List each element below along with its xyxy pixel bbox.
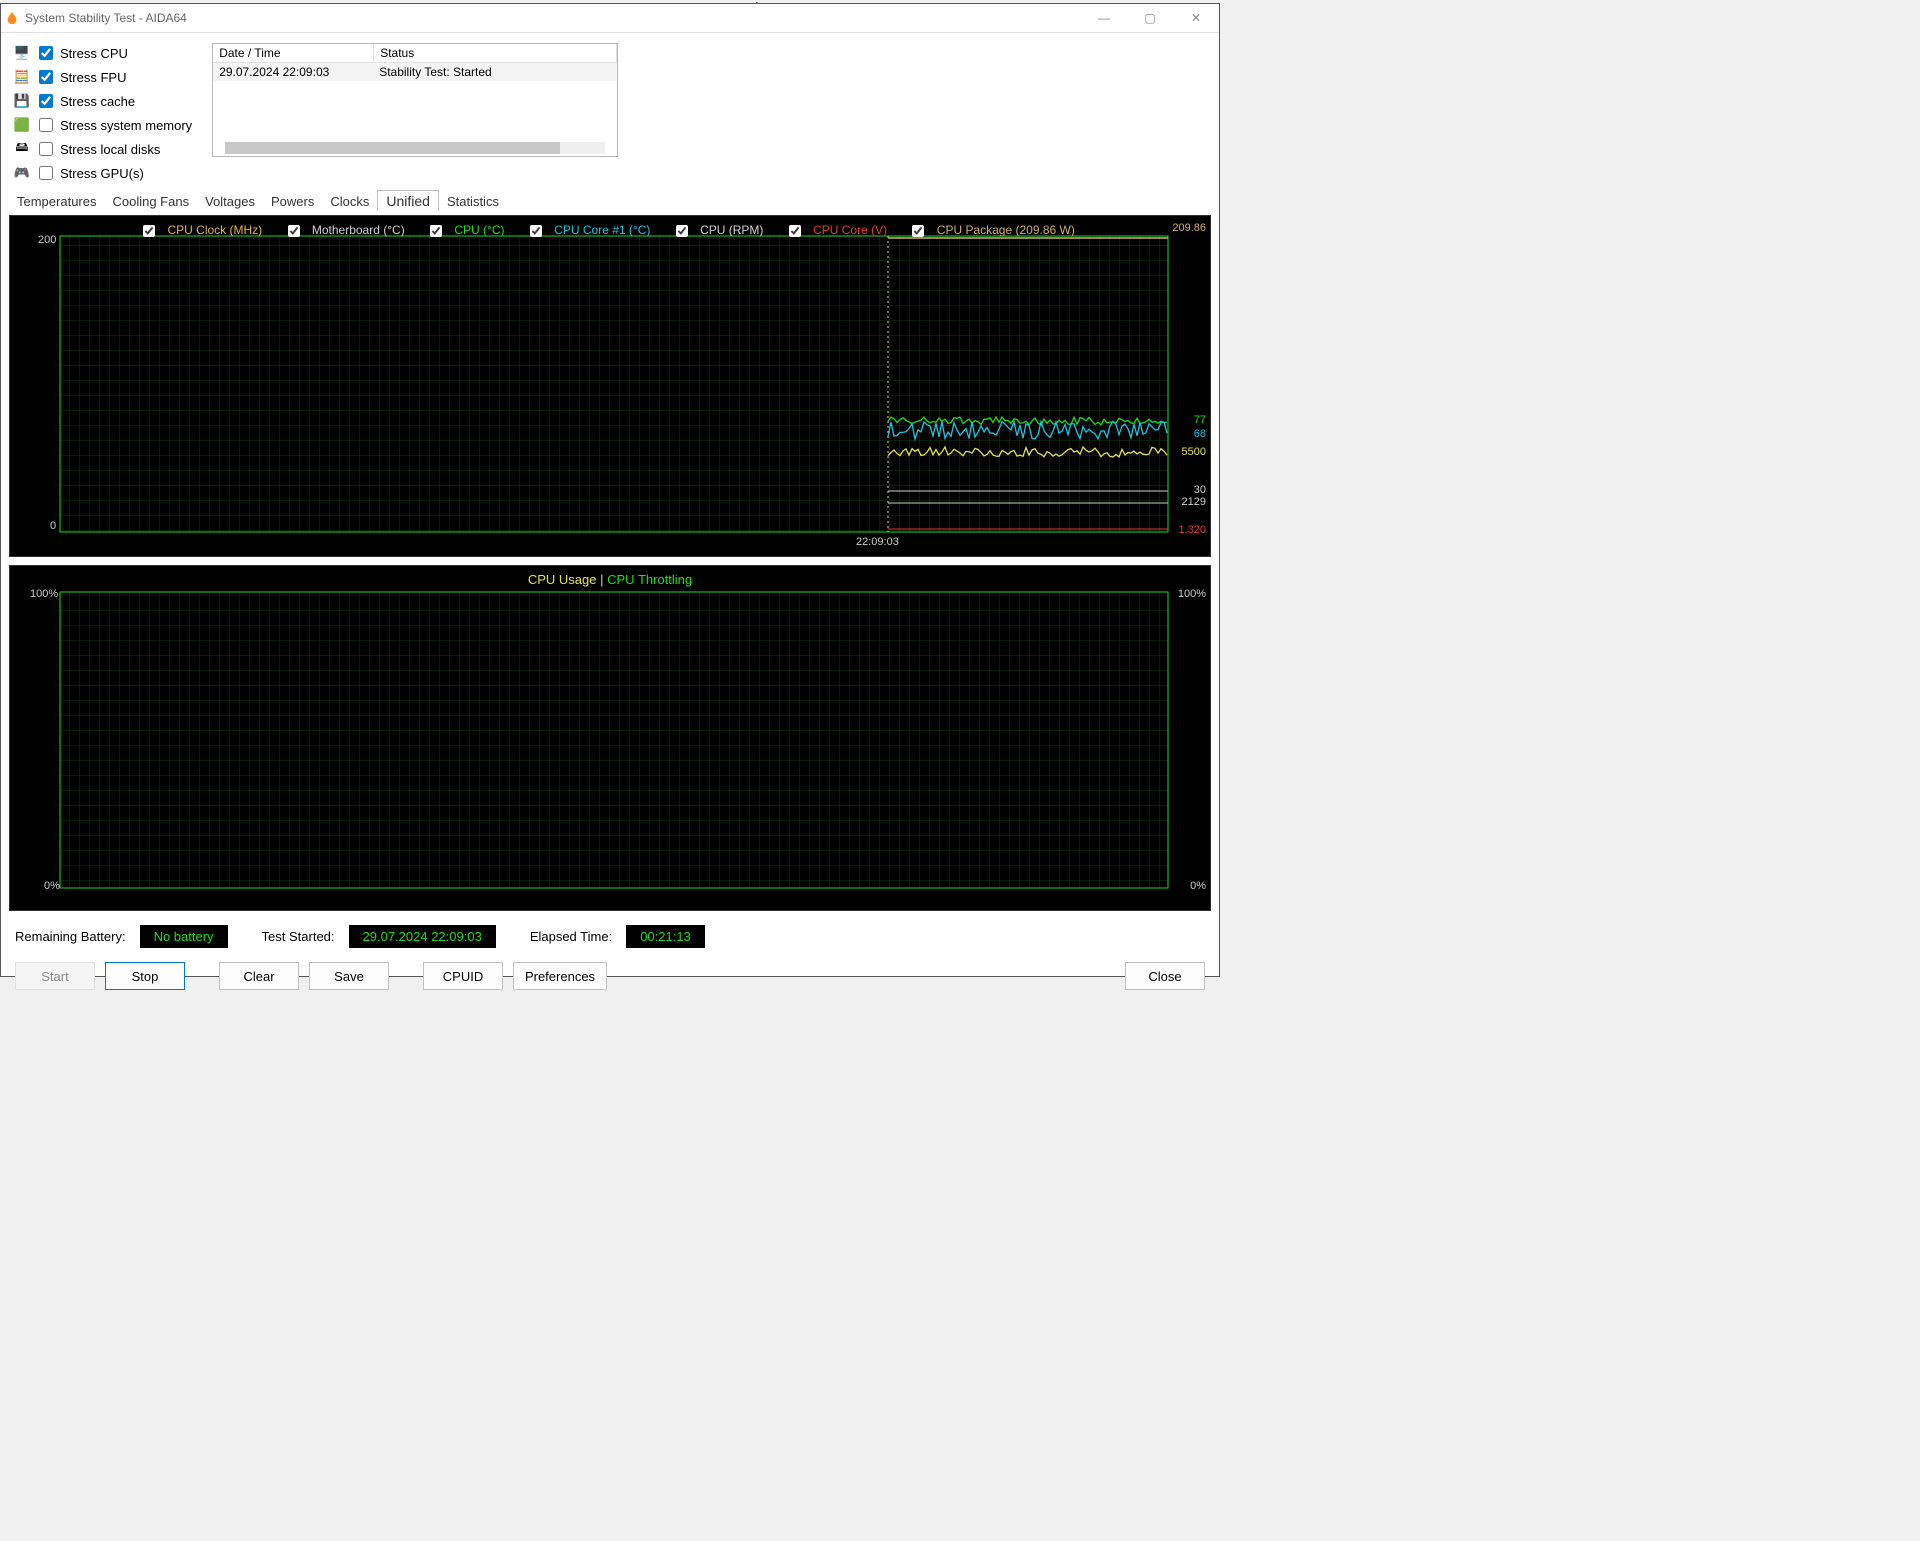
stress-disks-label: Stress local disks (60, 142, 160, 157)
legend-cpu-core-v-label: CPU Core (V) (813, 223, 887, 237)
legend-cpu-temp-label: CPU (°C) (454, 223, 504, 237)
stress-memory-checkbox[interactable] (39, 118, 53, 132)
unified-chart[interactable]: CPU Clock (MHz) Motherboard (°C) CPU (°C… (9, 215, 1211, 557)
chart1-value-label: 77 (1194, 414, 1206, 426)
legend-motherboard-checkbox[interactable] (288, 225, 300, 237)
status-bar: Remaining Battery: No battery Test Start… (1, 917, 1219, 956)
chart-tabs: Temperatures Cooling Fans Voltages Power… (1, 189, 1219, 211)
stress-memory-label: Stress system memory (60, 118, 192, 133)
window-title: System Stability Test - AIDA64 (25, 11, 187, 25)
tab-unified[interactable]: Unified (377, 190, 439, 211)
tab-powers[interactable]: Powers (263, 192, 322, 211)
started-label: Test Started: (262, 929, 335, 944)
legend-cpu-core1-checkbox[interactable] (530, 225, 542, 237)
battery-label: Remaining Battery: (15, 929, 126, 944)
minimize-button[interactable]: — (1081, 4, 1127, 32)
stress-cache-row[interactable]: 💾 Stress cache (13, 91, 192, 111)
tab-clocks[interactable]: Clocks (322, 192, 377, 211)
stress-fpu-label: Stress FPU (60, 70, 126, 85)
stress-cache-label: Stress cache (60, 94, 135, 109)
legend-cpu-core-v-checkbox[interactable] (789, 225, 801, 237)
legend-cpu-temp-checkbox[interactable] (430, 225, 442, 237)
tab-statistics[interactable]: Statistics (439, 192, 507, 211)
legend-cpu-clock-label: CPU Clock (MHz) (168, 223, 263, 237)
chart2-right-max: 100% (1178, 588, 1206, 600)
stress-disks-checkbox[interactable] (39, 142, 53, 156)
chart2-ymin: 0% (44, 880, 60, 892)
cpu-usage-chart[interactable]: CPU Usage | CPU Throttling 100% 0% 100% … (9, 565, 1211, 911)
chart1-ymin: 0 (50, 520, 56, 532)
main-window: System Stability Test - AIDA64 — ▢ ✕ 🖥️ … (0, 3, 1220, 977)
stress-fpu-row[interactable]: 🧮 Stress FPU (13, 67, 192, 87)
chart1-ymax: 200 (38, 234, 56, 246)
stress-cpu-checkbox[interactable] (39, 46, 53, 60)
chart1-time-label: 22:09:03 (856, 536, 899, 548)
legend-cpu-usage: CPU Usage (528, 572, 597, 587)
stress-fpu-checkbox[interactable] (39, 70, 53, 84)
clear-button[interactable]: Clear (219, 962, 299, 990)
tab-voltages[interactable]: Voltages (197, 192, 263, 211)
titlebar[interactable]: System Stability Test - AIDA64 — ▢ ✕ (1, 4, 1219, 33)
button-bar: Start Stop Clear Save CPUID Preferences … (1, 956, 1219, 1000)
chart1-value-label: 68 (1194, 428, 1206, 440)
app-icon (5, 11, 25, 26)
maximize-button[interactable]: ▢ (1127, 4, 1173, 32)
battery-value: No battery (140, 925, 228, 948)
stress-gpu-checkbox[interactable] (39, 166, 53, 180)
memory-icon: 🟩 (13, 118, 31, 132)
legend-cpu-core1-label: CPU Core #1 (°C) (554, 223, 650, 237)
stress-options: 🖥️ Stress CPU 🧮 Stress FPU 💾 Stress cach… (13, 43, 192, 183)
stop-button[interactable]: Stop (105, 962, 185, 990)
stress-cpu-row[interactable]: 🖥️ Stress CPU (13, 43, 192, 63)
chart1-legend: CPU Clock (MHz) Motherboard (°C) CPU (°C… (10, 222, 1210, 240)
chart2-legend: CPU Usage | CPU Throttling (10, 572, 1210, 587)
cpuid-button[interactable]: CPUID (423, 962, 503, 990)
chart1-value-label: 209.86 (1172, 222, 1206, 234)
cpu-icon: 🖥️ (13, 46, 31, 60)
start-button[interactable]: Start (15, 962, 95, 990)
stress-cache-checkbox[interactable] (39, 94, 53, 108)
log-scrollbar[interactable] (225, 142, 605, 154)
tab-temperatures[interactable]: Temperatures (9, 192, 104, 211)
log-cell-status: Stability Test: Started (373, 63, 617, 81)
chart1-value-label: 2129 (1182, 496, 1206, 508)
log-cell-datetime: 29.07.2024 22:09:03 (213, 63, 373, 81)
log-row[interactable]: 29.07.2024 22:09:03 Stability Test: Star… (213, 63, 617, 81)
elapsed-label: Elapsed Time: (530, 929, 612, 944)
stress-memory-row[interactable]: 🟩 Stress system memory (13, 115, 192, 135)
save-button[interactable]: Save (309, 962, 389, 990)
close-button[interactable]: Close (1125, 962, 1205, 990)
log-header-status[interactable]: Status (374, 44, 617, 62)
legend-motherboard-label: Motherboard (°C) (312, 223, 405, 237)
cache-icon: 💾 (13, 94, 31, 108)
legend-cpu-clock-checkbox[interactable] (143, 225, 155, 237)
chart2-ymax: 100% (30, 588, 58, 600)
stress-gpu-label: Stress GPU(s) (60, 166, 144, 181)
legend-sep: | (600, 572, 603, 587)
started-value: 29.07.2024 22:09:03 (349, 925, 496, 948)
legend-cpu-throttling: CPU Throttling (607, 572, 692, 587)
elapsed-value: 00:21:13 (626, 925, 705, 948)
chart1-value-label: 1.320 (1178, 524, 1206, 536)
log-header-datetime[interactable]: Date / Time (213, 44, 374, 62)
chart1-value-label: 5500 (1182, 446, 1206, 458)
event-log-table: Date / Time Status 29.07.2024 22:09:03 S… (212, 43, 618, 157)
stress-cpu-label: Stress CPU (60, 46, 128, 61)
stress-disks-row[interactable]: 🖴 Stress local disks (13, 139, 192, 159)
legend-cpu-rpm-label: CPU (RPM) (700, 223, 763, 237)
legend-cpu-package-label: CPU Package (209.86 W) (937, 223, 1075, 237)
chart2-right-min: 0% (1190, 880, 1206, 892)
disk-icon: 🖴 (13, 142, 31, 156)
tab-cooling-fans[interactable]: Cooling Fans (104, 192, 197, 211)
stress-gpu-row[interactable]: 🎮 Stress GPU(s) (13, 163, 192, 183)
fpu-icon: 🧮 (13, 70, 31, 84)
legend-cpu-rpm-checkbox[interactable] (676, 225, 688, 237)
chart1-value-label: 30 (1194, 484, 1206, 496)
preferences-button[interactable]: Preferences (513, 962, 607, 990)
gpu-icon: 🎮 (13, 166, 31, 180)
legend-cpu-package-checkbox[interactable] (912, 225, 924, 237)
close-window-button[interactable]: ✕ (1173, 4, 1219, 32)
